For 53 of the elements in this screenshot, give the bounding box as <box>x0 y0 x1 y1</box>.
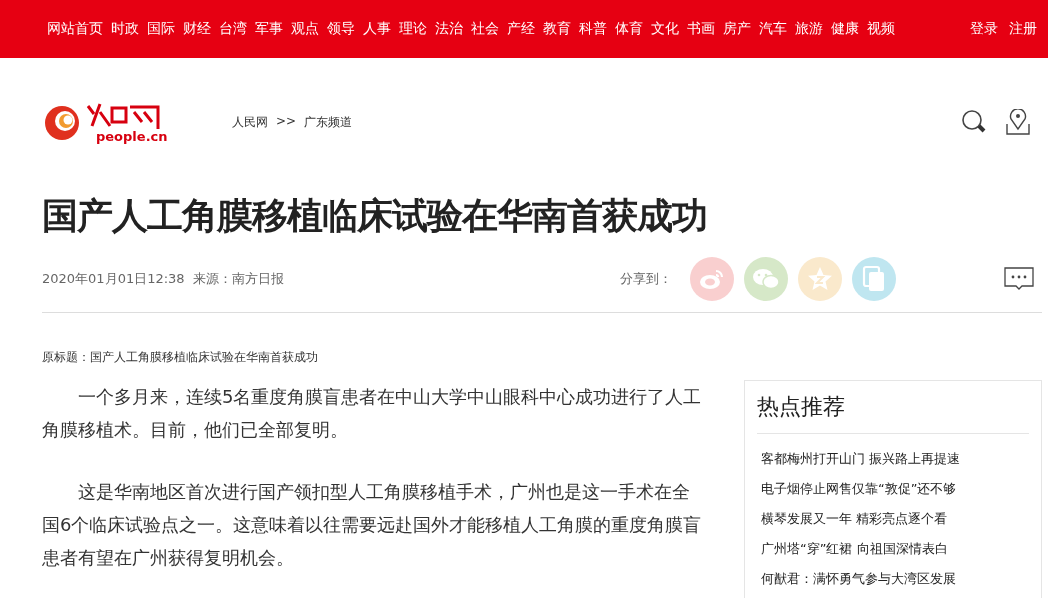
nav-link[interactable]: 汽车 <box>759 20 787 38</box>
headline-link[interactable]: 客都梅州打开山门 振兴路上再提速 <box>761 444 1029 474</box>
nav-link[interactable]: 社会 <box>471 20 499 38</box>
panel-title: 热点推荐 <box>757 381 1029 434</box>
search-icon[interactable] <box>962 110 988 134</box>
nav-link[interactable]: 观点 <box>291 20 319 38</box>
nav-link[interactable]: 国际 <box>147 20 175 38</box>
nav-link[interactable]: 旅游 <box>795 20 823 38</box>
headline-link[interactable]: 何猷君：满怀勇气参与大湾区发展 <box>761 564 1029 594</box>
headline-link[interactable]: 电子烟停止网售仅靠“敦促”还不够 <box>761 474 1029 504</box>
nav-link[interactable]: 时政 <box>111 20 139 38</box>
star-icon <box>807 266 833 292</box>
account-link[interactable]: 注册 <box>1009 20 1037 38</box>
weibo-icon <box>699 268 725 290</box>
nav-link[interactable]: 书画 <box>687 20 715 38</box>
chat-bubbles-icon <box>752 267 780 291</box>
nav-link[interactable]: 理论 <box>399 20 427 38</box>
share-label: 分享到： <box>620 270 672 288</box>
share-button[interactable] <box>744 257 788 301</box>
article-title: 国产人工角膜移植临床试验在华南首获成功 <box>42 194 708 238</box>
nav-link[interactable]: 产经 <box>507 20 535 38</box>
breadcrumb-link[interactable]: 人民网 <box>232 113 268 131</box>
share-button[interactable] <box>798 257 842 301</box>
share-button[interactable] <box>690 257 734 301</box>
original-title: 原标题：国产人工角膜移植临床试验在华南首获成功 <box>42 349 319 366</box>
nav-link[interactable]: 体育 <box>615 20 643 38</box>
article-source: 来源：南方日报 <box>192 270 284 288</box>
nav-link[interactable]: 健康 <box>831 20 859 38</box>
comment-icon[interactable] <box>1004 267 1034 291</box>
breadcrumb-link[interactable]: 广东频道 <box>304 113 353 131</box>
breadcrumb-separator: >> <box>276 113 297 130</box>
publish-date: 2020年01月01日12:38 <box>42 270 185 288</box>
headline-link[interactable]: 广州塔“穿”红裙 向祖国深情表白 <box>761 534 1029 564</box>
location-pin-icon[interactable] <box>1006 109 1030 135</box>
nav-link[interactable]: 军事 <box>255 20 283 38</box>
nav-link[interactable]: 科普 <box>579 20 607 38</box>
article-paragraph: 这是华南地区首次进行国产领扣型人工角膜移植手术，广州也是这一手术在全国6个临床试验点之一。这意味着以往需要远赴国外才能移植人工角膜的重度角膜盲患者有望在广州获得复明机会。 <box>42 480 703 570</box>
share-button[interactable] <box>852 257 896 301</box>
headline-link[interactable]: 横琴发展又一年 精彩亮点逐个看 <box>761 504 1029 534</box>
nav-link[interactable]: 网站首页 <box>47 20 103 38</box>
copy-icon <box>862 265 886 293</box>
nav-link[interactable]: 教育 <box>543 20 571 38</box>
nav-link[interactable]: 法治 <box>435 20 463 38</box>
logo[interactable]: people.cn <box>44 100 172 144</box>
nav-link[interactable]: 房产 <box>723 20 751 38</box>
nav-link[interactable]: 领导 <box>327 20 355 38</box>
nav-link[interactable]: 财经 <box>183 20 211 38</box>
nav-link[interactable]: 台湾 <box>219 20 247 38</box>
account-link[interactable]: 登录 <box>970 20 998 38</box>
article-paragraph: 一个多月来，连续5名重度角膜盲患者在中山大学中山眼科中心成功进行了人工角膜移植术。目前，他们已全部复明。 <box>42 385 703 442</box>
nav-link[interactable]: 文化 <box>651 20 679 38</box>
nav-link[interactable]: 人事 <box>363 20 391 38</box>
nav-link[interactable]: 视频 <box>867 20 895 38</box>
